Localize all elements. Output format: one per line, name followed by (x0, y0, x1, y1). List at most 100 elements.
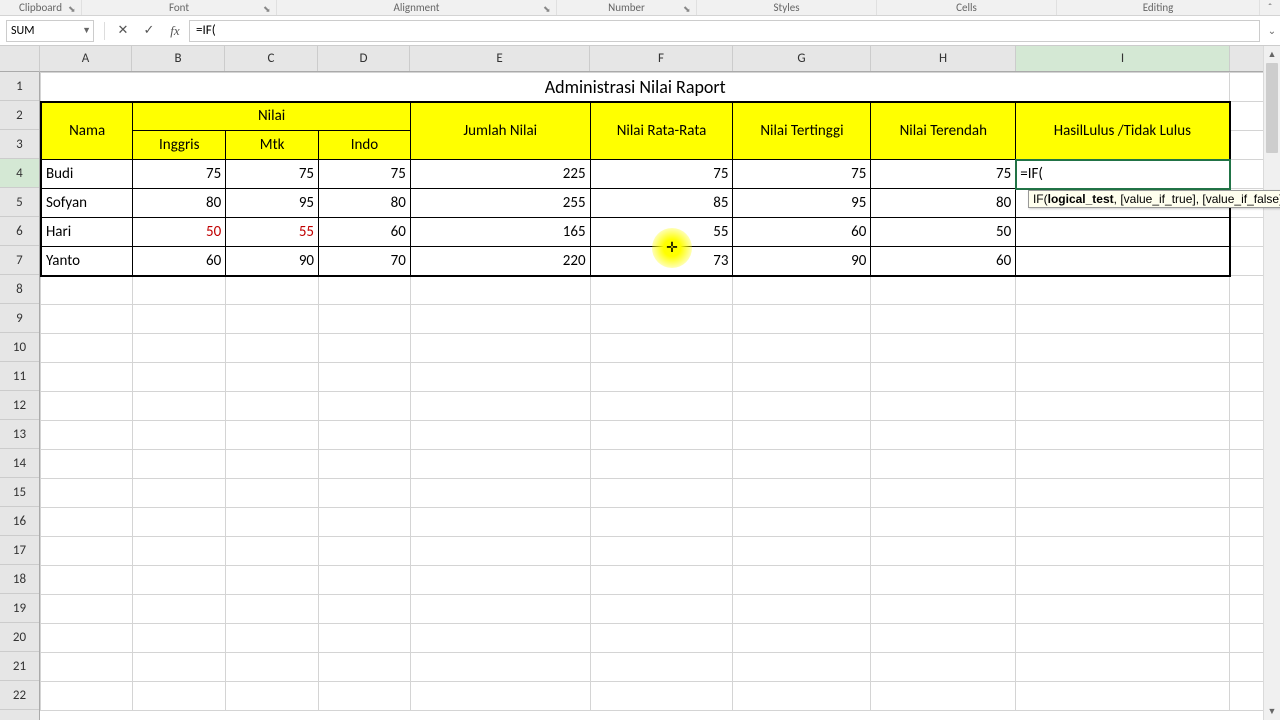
cell[interactable] (226, 653, 319, 682)
cell[interactable] (871, 450, 1016, 479)
cell[interactable] (410, 276, 590, 305)
cell[interactable]: 55 (590, 218, 733, 247)
vertical-scrollbar[interactable]: ▲ ▼ (1263, 46, 1280, 720)
cell[interactable] (319, 595, 411, 624)
cell[interactable] (1016, 537, 1230, 566)
header-tertinggi[interactable]: Nilai Tertinggi (733, 102, 871, 160)
cell-grid[interactable]: Administrasi Nilai Raport Nama Nilai Jum… (40, 72, 1280, 711)
cell[interactable] (41, 392, 133, 421)
cell[interactable] (1016, 566, 1230, 595)
active-cell-I4[interactable]: =IF( (1016, 160, 1230, 189)
cell[interactable]: 50 (133, 218, 226, 247)
cell[interactable] (590, 450, 733, 479)
col-header-B[interactable]: B (132, 46, 225, 71)
cell[interactable] (871, 566, 1016, 595)
header-mtk[interactable]: Mtk (226, 131, 319, 160)
cell[interactable]: 80 (871, 189, 1016, 218)
cell[interactable] (590, 363, 733, 392)
cell[interactable] (590, 566, 733, 595)
cell[interactable] (733, 334, 871, 363)
cell[interactable] (871, 682, 1016, 711)
cell[interactable] (871, 653, 1016, 682)
cell[interactable] (226, 392, 319, 421)
cell[interactable] (1016, 450, 1230, 479)
cell[interactable]: 60 (133, 247, 226, 276)
col-header-D[interactable]: D (318, 46, 410, 71)
cell[interactable] (319, 479, 411, 508)
cell[interactable] (226, 479, 319, 508)
cell[interactable] (410, 624, 590, 653)
header-nilai[interactable]: Nilai (133, 102, 411, 131)
cell[interactable] (410, 595, 590, 624)
cell[interactable]: 55 (226, 218, 319, 247)
cell[interactable] (1016, 624, 1230, 653)
header-jumlah[interactable]: Jumlah Nilai (410, 102, 590, 160)
function-tooltip[interactable]: IF(logical_test, [value_if_true], [value… (1028, 190, 1280, 208)
row-header[interactable]: 4 (0, 159, 39, 188)
cell[interactable] (41, 421, 133, 450)
cell[interactable] (590, 421, 733, 450)
row-header[interactable]: 10 (0, 333, 39, 362)
cell[interactable] (226, 334, 319, 363)
cell[interactable] (319, 682, 411, 711)
cell[interactable] (41, 566, 133, 595)
row-header[interactable]: 12 (0, 391, 39, 420)
cell[interactable] (1016, 595, 1230, 624)
row-header[interactable]: 9 (0, 304, 39, 333)
dropdown-icon[interactable]: ▼ (82, 25, 91, 36)
cell[interactable] (733, 305, 871, 334)
cell[interactable] (410, 392, 590, 421)
row-header[interactable]: 19 (0, 594, 39, 623)
cell[interactable] (226, 421, 319, 450)
header-inggris[interactable]: Inggris (133, 131, 226, 160)
cell[interactable] (1016, 305, 1230, 334)
row-header[interactable]: 14 (0, 449, 39, 478)
cell[interactable]: 50 (871, 218, 1016, 247)
cell[interactable] (1016, 508, 1230, 537)
cell[interactable] (319, 537, 411, 566)
cell[interactable] (41, 363, 133, 392)
cell[interactable] (410, 566, 590, 595)
cell[interactable] (871, 624, 1016, 653)
header-hasil[interactable]: HasilLulus /Tidak Lulus (1016, 102, 1230, 160)
cell[interactable] (590, 653, 733, 682)
cell[interactable] (590, 508, 733, 537)
cell[interactable] (1016, 276, 1230, 305)
cell[interactable] (319, 624, 411, 653)
row-header[interactable]: 16 (0, 507, 39, 536)
row-header[interactable]: 22 (0, 681, 39, 710)
cell[interactable]: 75 (871, 160, 1016, 189)
cell[interactable] (590, 305, 733, 334)
cell-nama[interactable]: Hari (41, 218, 133, 247)
cell[interactable] (871, 537, 1016, 566)
cell-nama[interactable]: Sofyan (41, 189, 133, 218)
cell[interactable] (1016, 421, 1230, 450)
cell[interactable]: 75 (133, 160, 226, 189)
cell[interactable] (41, 682, 133, 711)
cell[interactable]: 75 (590, 160, 733, 189)
cell[interactable] (319, 392, 411, 421)
cell-nama[interactable]: Yanto (41, 247, 133, 276)
cell[interactable] (41, 653, 133, 682)
col-header-A[interactable]: A (40, 46, 132, 71)
cell[interactable] (41, 508, 133, 537)
cancel-formula-icon[interactable]: ✕ (115, 23, 131, 39)
cell[interactable] (226, 595, 319, 624)
cell[interactable]: 95 (733, 189, 871, 218)
cell[interactable] (319, 334, 411, 363)
row-headers[interactable]: 1 2 3 4 5 6 7 8 9 10 11 12 13 14 15 16 1… (0, 72, 40, 720)
cell[interactable] (1016, 479, 1230, 508)
row-header[interactable]: 8 (0, 275, 39, 304)
cell[interactable] (733, 566, 871, 595)
cell[interactable] (410, 508, 590, 537)
cell[interactable] (41, 537, 133, 566)
header-nama[interactable]: Nama (41, 102, 133, 160)
cell[interactable] (410, 450, 590, 479)
column-headers[interactable]: A B C D E F G H I (40, 46, 1280, 72)
cell[interactable] (590, 392, 733, 421)
cell[interactable] (41, 450, 133, 479)
launcher-icon[interactable]: ⬊ (68, 4, 78, 14)
cell[interactable] (226, 537, 319, 566)
accept-formula-icon[interactable]: ✓ (141, 23, 157, 39)
cell[interactable] (733, 682, 871, 711)
